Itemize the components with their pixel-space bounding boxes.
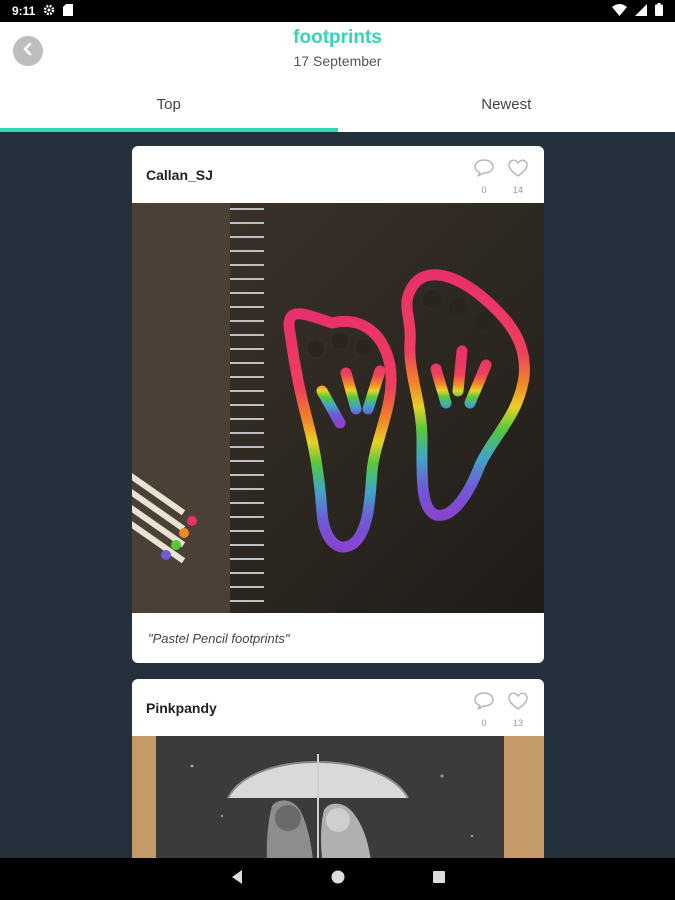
page-title: footprints: [293, 27, 382, 48]
tab-newest[interactable]: Newest: [338, 78, 675, 132]
recents-square-icon: [432, 870, 446, 889]
like-button[interactable]: 13: [505, 691, 531, 728]
like-button[interactable]: 14: [505, 158, 531, 195]
comment-count: 0: [481, 718, 487, 728]
post-image-umbrella[interactable]: [132, 736, 544, 858]
like-count: 13: [512, 718, 523, 728]
comment-button[interactable]: 0: [471, 691, 497, 728]
page-date: 17 September: [293, 53, 382, 69]
wifi-icon: [612, 3, 627, 19]
tab-top[interactable]: Top: [0, 78, 338, 132]
feed[interactable]: Callan_SJ 0 14 "Pastel Pencil footprints…: [0, 132, 675, 858]
sd-card-icon: [63, 3, 74, 19]
battery-icon: [655, 3, 663, 19]
signal-icon: [635, 3, 647, 19]
comment-bubble-icon: [473, 692, 495, 715]
post-username[interactable]: Callan_SJ: [146, 167, 213, 183]
post-card: Callan_SJ 0 14 "Pastel Pencil footprints…: [132, 146, 544, 663]
back-triangle-icon: [230, 869, 244, 890]
heart-icon: [507, 692, 529, 715]
post-card: Pinkpandy 0 13: [132, 679, 544, 858]
home-circle-icon: [330, 869, 346, 890]
app-header: footprints 17 September: [0, 22, 675, 78]
tab-bar: Top Newest: [0, 78, 675, 132]
status-time: 9:11: [12, 4, 36, 18]
system-nav-bar: [0, 858, 675, 900]
post-header: Callan_SJ 0 14: [132, 146, 544, 203]
comment-button[interactable]: 0: [471, 158, 497, 195]
post-image-footprints[interactable]: [132, 203, 544, 613]
nav-back-button[interactable]: [230, 869, 244, 890]
post-caption: "Pastel Pencil footprints": [148, 631, 290, 646]
heart-icon: [507, 159, 529, 182]
status-bar: 9:11: [0, 0, 675, 22]
settings-icon: [43, 4, 55, 19]
like-count: 14: [512, 185, 523, 195]
comment-count: 0: [481, 185, 487, 195]
nav-home-button[interactable]: [330, 869, 346, 890]
post-username[interactable]: Pinkpandy: [146, 700, 217, 716]
comment-bubble-icon: [473, 159, 495, 182]
nav-recents-button[interactable]: [432, 870, 446, 889]
post-header: Pinkpandy 0 13: [132, 679, 544, 736]
